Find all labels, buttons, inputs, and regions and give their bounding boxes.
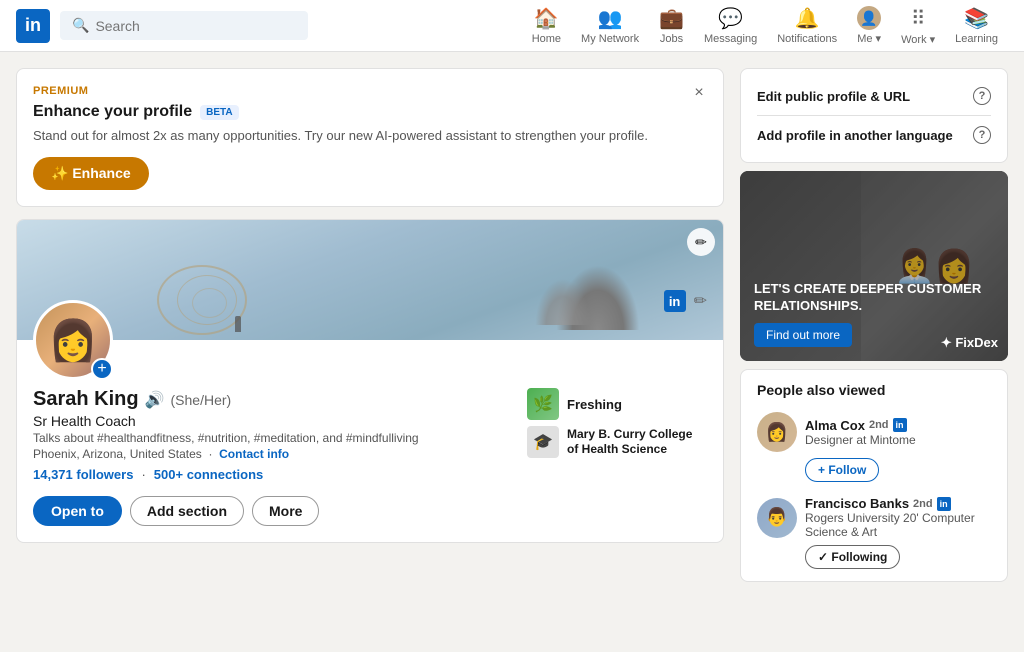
network-icon: 👥 [598, 6, 623, 31]
premium-title-row: Enhance your profile BETA [33, 103, 707, 121]
enhance-button[interactable]: ✨ Enhance [33, 157, 149, 190]
connections-link[interactable]: 500+ connections [154, 467, 263, 482]
pronouns: (She/Her) [171, 392, 232, 408]
people-title: People also viewed [757, 382, 991, 398]
person-avatar-alma: 👩 [757, 412, 797, 452]
jobs-icon: 💼 [659, 6, 684, 31]
connections-separator: · [141, 467, 145, 482]
search-icon: 🔍 [72, 17, 89, 34]
nav-item-learning[interactable]: 📚 Learning [945, 0, 1008, 52]
more-button[interactable]: More [252, 496, 319, 526]
nav-item-network[interactable]: 👥 My Network [571, 0, 649, 52]
edit-url-row[interactable]: Edit public profile & URL ? [757, 81, 991, 111]
premium-title: Enhance your profile [33, 103, 192, 121]
person-name-francisco: Francisco Banks 2nd in [805, 496, 991, 511]
person-item: 👩 Alma Cox 2nd in Designer at Mintome [757, 406, 991, 458]
followers-row: 14,371 followers · 500+ connections [33, 467, 511, 482]
profile-description: Talks about #healthandfitness, #nutritio… [33, 431, 511, 445]
ad-cta-button[interactable]: Find out more [754, 323, 852, 347]
action-buttons-row: Open to Add section More [33, 496, 707, 526]
linkedin-badge-alma: in [893, 418, 907, 432]
person-avatar-francisco: 👨 [757, 498, 797, 538]
add-language-label: Add profile in another language [757, 128, 953, 143]
add-language-row[interactable]: Add profile in another language ? [757, 120, 991, 150]
messaging-icon: 💬 [718, 6, 743, 31]
edit-banner-button[interactable]: ✏ [687, 228, 715, 256]
linkedin-logo[interactable]: in [16, 9, 50, 43]
ad-card: 👩‍💼👩 LET'S CREATE DEEPER CUSTOMER RELATI… [740, 171, 1008, 361]
following-francisco-button[interactable]: ✓ Following [805, 545, 900, 569]
premium-enhance-card: × PREMIUM Enhance your profile BETA Stan… [16, 68, 724, 207]
add-photo-button[interactable]: + [91, 358, 113, 380]
profile-title: Sr Health Coach [33, 413, 511, 429]
contact-info-link[interactable]: Contact info [219, 447, 289, 461]
profile-name: Sarah King 🔊 (She/Her) [33, 388, 511, 411]
school-logo: 🎓 [527, 426, 559, 458]
search-input[interactable] [95, 18, 296, 34]
school-name: Mary B. Curry College of Health Science [567, 427, 707, 458]
company-logo: 🌿 [527, 388, 559, 420]
nav-item-notifications[interactable]: 🔔 Notifications [767, 0, 847, 52]
company-name: Freshing [567, 397, 622, 412]
profile-card: ✏ in ✏ 👩 + Sarah Kin [16, 219, 724, 543]
search-bar: 🔍 [60, 11, 308, 40]
beta-badge: BETA [200, 105, 238, 120]
person-name-alma: Alma Cox 2nd in [805, 418, 991, 433]
pencil-icon: ✏ [695, 234, 707, 251]
company-item: 🌿 Freshing [527, 388, 622, 420]
linkedin-badge-francisco: in [937, 497, 951, 511]
edit-url-label: Edit public profile & URL [757, 89, 910, 104]
nav-item-work[interactable]: ⠿ Work ▾ [891, 0, 945, 52]
person-role-alma: Designer at Mintome [805, 433, 991, 447]
premium-desc: Stand out for almost 2x as many opportun… [33, 127, 707, 145]
person-item-francisco: 👨 Francisco Banks 2nd in Rogers Universi… [757, 490, 991, 545]
bell-icon: 🔔 [795, 6, 820, 31]
profile-location: Phoenix, Arizona, United States · Contac… [33, 447, 511, 461]
edit-url-help-icon[interactable]: ? [973, 87, 991, 105]
sound-icon[interactable]: 🔊 [145, 390, 165, 410]
me-avatar: 👤 [857, 6, 881, 30]
people-also-viewed-card: People also viewed 👩 Alma Cox 2nd in Des… [740, 369, 1008, 582]
edit-profile-button[interactable]: ✏ [694, 291, 707, 311]
home-icon: 🏠 [534, 6, 559, 31]
nav-item-jobs[interactable]: 💼 Jobs [649, 0, 694, 52]
premium-label: PREMIUM [33, 85, 707, 97]
add-section-button[interactable]: Add section [130, 496, 244, 526]
education-item: 🎓 Mary B. Curry College of Health Scienc… [527, 426, 707, 458]
nav-item-me[interactable]: 👤 Me ▾ [847, 0, 891, 52]
nav-item-messaging[interactable]: 💬 Messaging [694, 0, 767, 52]
grid-icon: ⠿ [911, 6, 926, 31]
followers-link[interactable]: 14,371 followers [33, 467, 133, 482]
person-role-francisco: Rogers University 20' Computer Science &… [805, 511, 991, 539]
ad-headline: LET'S CREATE DEEPER CUSTOMER RELATIONSHI… [754, 281, 994, 315]
learning-icon: 📚 [964, 6, 989, 31]
follow-alma-button[interactable]: + Follow [805, 458, 879, 482]
edit-profile-url-card: Edit public profile & URL ? Add profile … [740, 68, 1008, 163]
linkedin-share-icon: in [664, 290, 686, 312]
close-card-button[interactable]: × [687, 81, 711, 105]
open-to-button[interactable]: Open to [33, 496, 122, 526]
add-language-help-icon[interactable]: ? [973, 126, 991, 144]
nav-item-home[interactable]: 🏠 Home [522, 0, 571, 52]
